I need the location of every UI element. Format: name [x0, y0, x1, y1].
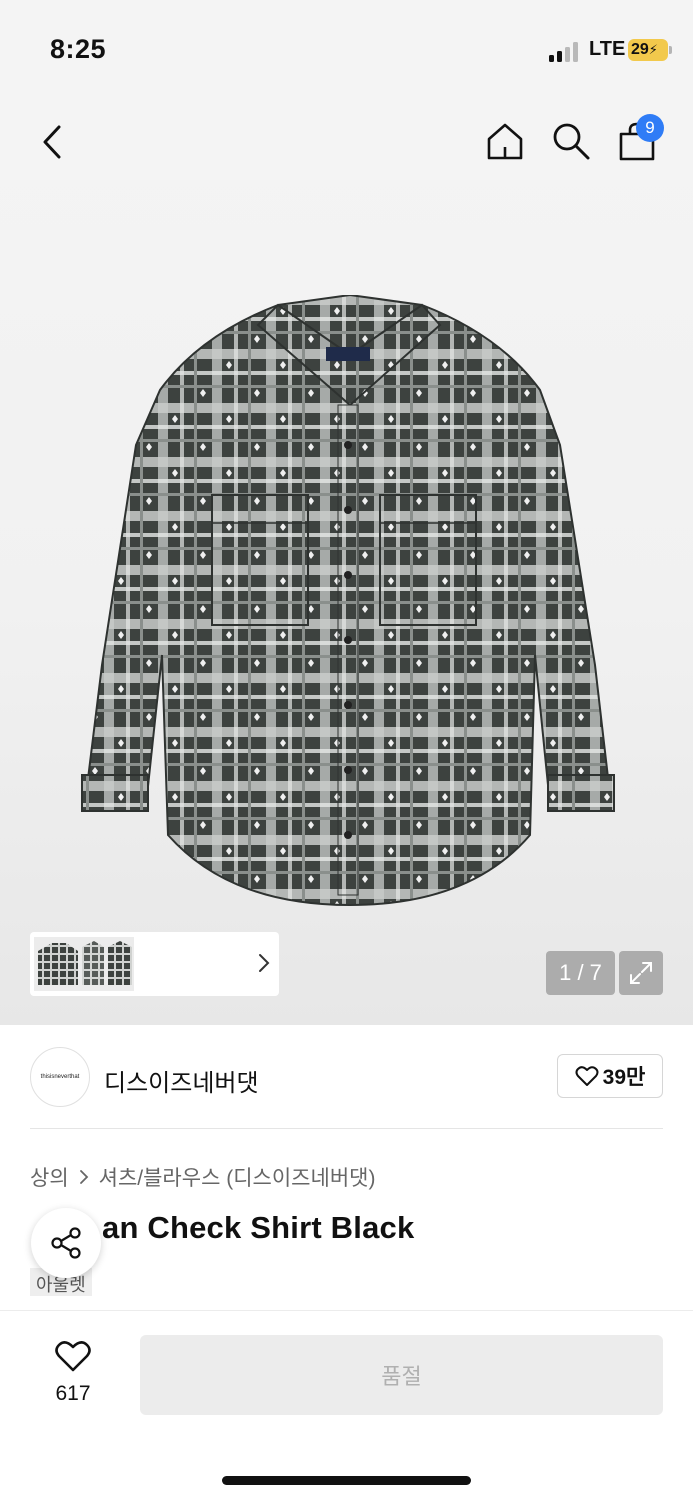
- brand-row: thisisneverthat 디스이즈네버댓 39만: [30, 1045, 663, 1129]
- product-title-text: an Check Shirt Black: [102, 1210, 415, 1245]
- network-type: LTE: [589, 38, 626, 60]
- expand-button[interactable]: [619, 951, 663, 995]
- brand-like-button[interactable]: 39만: [557, 1054, 663, 1098]
- soldout-button[interactable]: 품절: [140, 1335, 663, 1415]
- heart-icon: [55, 1341, 91, 1372]
- battery-level: 29: [631, 41, 649, 58]
- status-time: 8:25: [50, 34, 107, 64]
- share-button[interactable]: [31, 1208, 101, 1278]
- search-button[interactable]: [548, 118, 594, 164]
- chevron-right-icon: [79, 1170, 88, 1184]
- home-button[interactable]: [482, 118, 528, 164]
- cart-count-badge: 9: [636, 114, 664, 142]
- brand-logo-text: thisisneverthat: [40, 1074, 80, 1080]
- breadcrumb: 상의 셔츠/블라우스 (디스이즈네버댓): [30, 1162, 375, 1192]
- back-button[interactable]: [30, 120, 74, 164]
- bottom-action-bar: 617 품절: [0, 1310, 693, 1500]
- expand-icon: [630, 962, 652, 984]
- variant-thumbnails: [34, 937, 134, 991]
- wishlist-count: 617: [55, 1382, 91, 1405]
- brand-logo[interactable]: thisisneverthat: [30, 1047, 90, 1107]
- breadcrumb-subcategory[interactable]: 셔츠/블라우스 (디스이즈네버댓): [99, 1162, 376, 1192]
- share-icon: [51, 1227, 81, 1259]
- chevron-right-icon: [259, 954, 270, 972]
- signal-icon: [549, 42, 581, 62]
- brand-name[interactable]: 디스이즈네버댓: [104, 1063, 259, 1098]
- brand-like-count: 39만: [602, 1066, 646, 1089]
- heart-icon: [575, 1066, 599, 1086]
- wishlist-button[interactable]: 617: [40, 1339, 106, 1406]
- back-arrow-icon: [43, 125, 61, 159]
- home-icon: [487, 123, 523, 160]
- search-icon: [553, 123, 590, 160]
- image-counter: 1 / 7: [546, 951, 615, 995]
- color-variant-strip[interactable]: [30, 932, 279, 996]
- cart-button[interactable]: 9: [614, 114, 664, 164]
- product-gallery[interactable]: 9 1 / 7: [0, 100, 693, 1025]
- battery-icon: 29⚡: [628, 39, 672, 61]
- status-bar: 8:25 LTE 29⚡: [0, 0, 693, 100]
- home-indicator[interactable]: [222, 1476, 471, 1485]
- breadcrumb-category[interactable]: 상의: [30, 1162, 69, 1192]
- product-image[interactable]: [50, 295, 645, 910]
